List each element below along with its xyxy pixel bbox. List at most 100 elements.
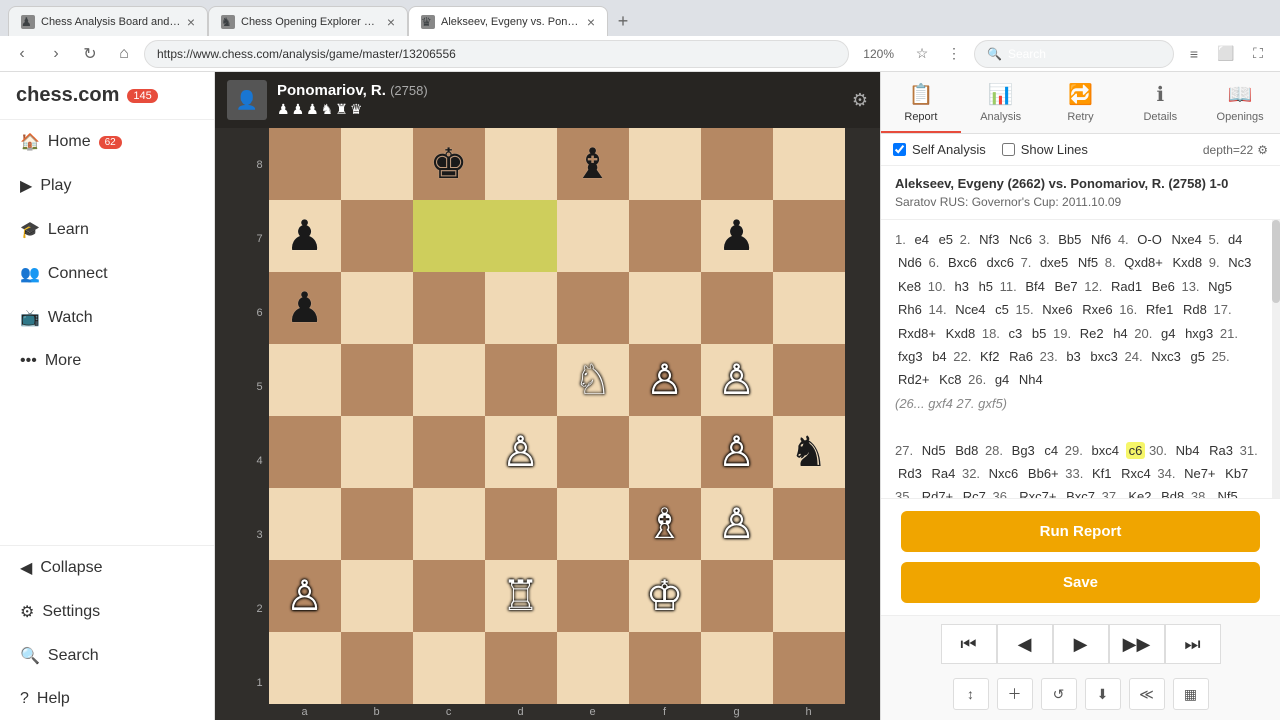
- more-tools-button[interactable]: ⋮: [940, 40, 968, 68]
- home-button[interactable]: ⌂: [110, 40, 138, 68]
- sidebar-item-collapse[interactable]: ◀ Collapse: [0, 546, 214, 590]
- move-36w[interactable]: Rxc7+: [1016, 488, 1059, 498]
- tab-details[interactable]: ℹ Details: [1120, 72, 1200, 133]
- move-27w[interactable]: Nd5: [919, 442, 949, 459]
- square-h5[interactable]: [773, 344, 845, 416]
- tab-2[interactable]: ♞ Chess Opening Explorer & Da... ×: [208, 6, 408, 36]
- move-10b[interactable]: h5: [976, 278, 996, 295]
- move-5b[interactable]: Nd6: [895, 254, 925, 271]
- square-f7[interactable]: [629, 200, 701, 272]
- move-27b[interactable]: Bd8: [952, 442, 981, 459]
- square-a5[interactable]: [269, 344, 341, 416]
- move-34w[interactable]: Ne7+: [1181, 465, 1218, 482]
- forward-button[interactable]: ›: [42, 40, 70, 68]
- tab-1[interactable]: ♟ Chess Analysis Board and PGN... ×: [8, 6, 208, 36]
- move-14w[interactable]: Nce4: [952, 301, 988, 318]
- refresh-button[interactable]: ↻: [76, 40, 104, 68]
- square-c7[interactable]: [413, 200, 485, 272]
- screenshot-button[interactable]: ⬜: [1212, 40, 1240, 68]
- sidebar-item-connect[interactable]: 👥 Connect: [0, 252, 214, 296]
- move-21w[interactable]: fxg3: [895, 348, 926, 365]
- square-e5[interactable]: ♘: [557, 344, 629, 416]
- move-32b[interactable]: Bb6+: [1025, 465, 1062, 482]
- square-a8[interactable]: [269, 128, 341, 200]
- move-1b[interactable]: e5: [936, 231, 956, 248]
- move-38w[interactable]: Nf5: [1215, 488, 1241, 498]
- rotate-button[interactable]: ↺: [1041, 678, 1077, 710]
- move-11w[interactable]: Bf4: [1022, 278, 1048, 295]
- move-6b[interactable]: dxc6: [983, 254, 1016, 271]
- square-c8[interactable]: ♚: [413, 128, 485, 200]
- move-26b[interactable]: Nh4: [1016, 371, 1046, 388]
- sidebar-item-help[interactable]: ? Help: [0, 678, 214, 720]
- play-button[interactable]: ▶: [1053, 624, 1109, 664]
- square-d1[interactable]: [485, 632, 557, 704]
- square-d7[interactable]: [485, 200, 557, 272]
- sidebar-item-learn[interactable]: 🎓 Learn: [0, 208, 214, 252]
- tab-close-1[interactable]: ×: [187, 14, 195, 30]
- move-16b[interactable]: Rd8: [1180, 301, 1210, 318]
- move-21b[interactable]: b4: [929, 348, 949, 365]
- add-button[interactable]: ＋: [997, 678, 1033, 710]
- move-7b[interactable]: Nf5: [1075, 254, 1101, 271]
- settings-icon[interactable]: ⚙: [1257, 143, 1268, 157]
- move-8w[interactable]: Qxd8+: [1121, 254, 1166, 271]
- move-26w[interactable]: g4: [992, 371, 1012, 388]
- move-18b[interactable]: b5: [1029, 325, 1049, 342]
- square-f8[interactable]: [629, 128, 701, 200]
- move-13b[interactable]: Rh6: [895, 301, 925, 318]
- bookmark-button[interactable]: ☆: [908, 40, 936, 68]
- move-18w[interactable]: c3: [1006, 325, 1026, 342]
- square-f2[interactable]: ♔: [629, 560, 701, 632]
- new-tab-button[interactable]: +: [608, 6, 638, 36]
- move-2w[interactable]: Nf3: [976, 231, 1002, 248]
- share-button[interactable]: ≪: [1129, 678, 1165, 710]
- square-a1[interactable]: [269, 632, 341, 704]
- move-29w[interactable]: bxc4: [1088, 442, 1121, 459]
- move-5w[interactable]: d4: [1225, 231, 1245, 248]
- square-h7[interactable]: [773, 200, 845, 272]
- square-d3[interactable]: [485, 488, 557, 560]
- scrollbar-thumb[interactable]: [1272, 220, 1280, 303]
- move-12w[interactable]: Rad1: [1108, 278, 1145, 295]
- square-b7[interactable]: [341, 200, 413, 272]
- address-bar[interactable]: [144, 40, 849, 68]
- square-e4[interactable]: [557, 416, 629, 488]
- sidebar-item-settings[interactable]: ⚙ Settings: [0, 590, 214, 634]
- move-3b[interactable]: Nf6: [1088, 231, 1114, 248]
- run-report-button[interactable]: Run Report: [901, 511, 1260, 552]
- move-23w[interactable]: b3: [1063, 348, 1083, 365]
- move-25b[interactable]: Kc8: [936, 371, 964, 388]
- square-c4[interactable]: [413, 416, 485, 488]
- square-b2[interactable]: [341, 560, 413, 632]
- square-d2[interactable]: ♖: [485, 560, 557, 632]
- square-c5[interactable]: [413, 344, 485, 416]
- square-e7[interactable]: [557, 200, 629, 272]
- square-c2[interactable]: [413, 560, 485, 632]
- square-g8[interactable]: [701, 128, 773, 200]
- move-17b[interactable]: Kxd8: [943, 325, 979, 342]
- square-a7[interactable]: ♟: [269, 200, 341, 272]
- square-f3[interactable]: ♗: [629, 488, 701, 560]
- square-f5[interactable]: ♙: [629, 344, 701, 416]
- move-12b[interactable]: Be6: [1149, 278, 1178, 295]
- square-d8[interactable]: [485, 128, 557, 200]
- move-4w[interactable]: O-O: [1134, 231, 1165, 248]
- move-35w[interactable]: Rd7+: [919, 488, 956, 498]
- move-9w[interactable]: Nc3: [1225, 254, 1254, 271]
- fullscreen-button[interactable]: ⛶: [1244, 40, 1272, 68]
- move-6w[interactable]: Bxc6: [945, 254, 980, 271]
- square-f1[interactable]: [629, 632, 701, 704]
- move-35b[interactable]: Rc7: [960, 488, 989, 498]
- square-c3[interactable]: [413, 488, 485, 560]
- square-g1[interactable]: [701, 632, 773, 704]
- move-15b[interactable]: Rxe6: [1079, 301, 1115, 318]
- square-b1[interactable]: [341, 632, 413, 704]
- square-h2[interactable]: [773, 560, 845, 632]
- last-move-button[interactable]: ⏭: [1165, 624, 1221, 664]
- browser-search-box[interactable]: 🔍 Search: [974, 40, 1174, 68]
- reader-view-button[interactable]: ≡: [1180, 40, 1208, 68]
- move-17w[interactable]: Rxd8+: [895, 325, 939, 342]
- move-4b[interactable]: Nxe4: [1168, 231, 1204, 248]
- move-28b[interactable]: c4: [1041, 442, 1061, 459]
